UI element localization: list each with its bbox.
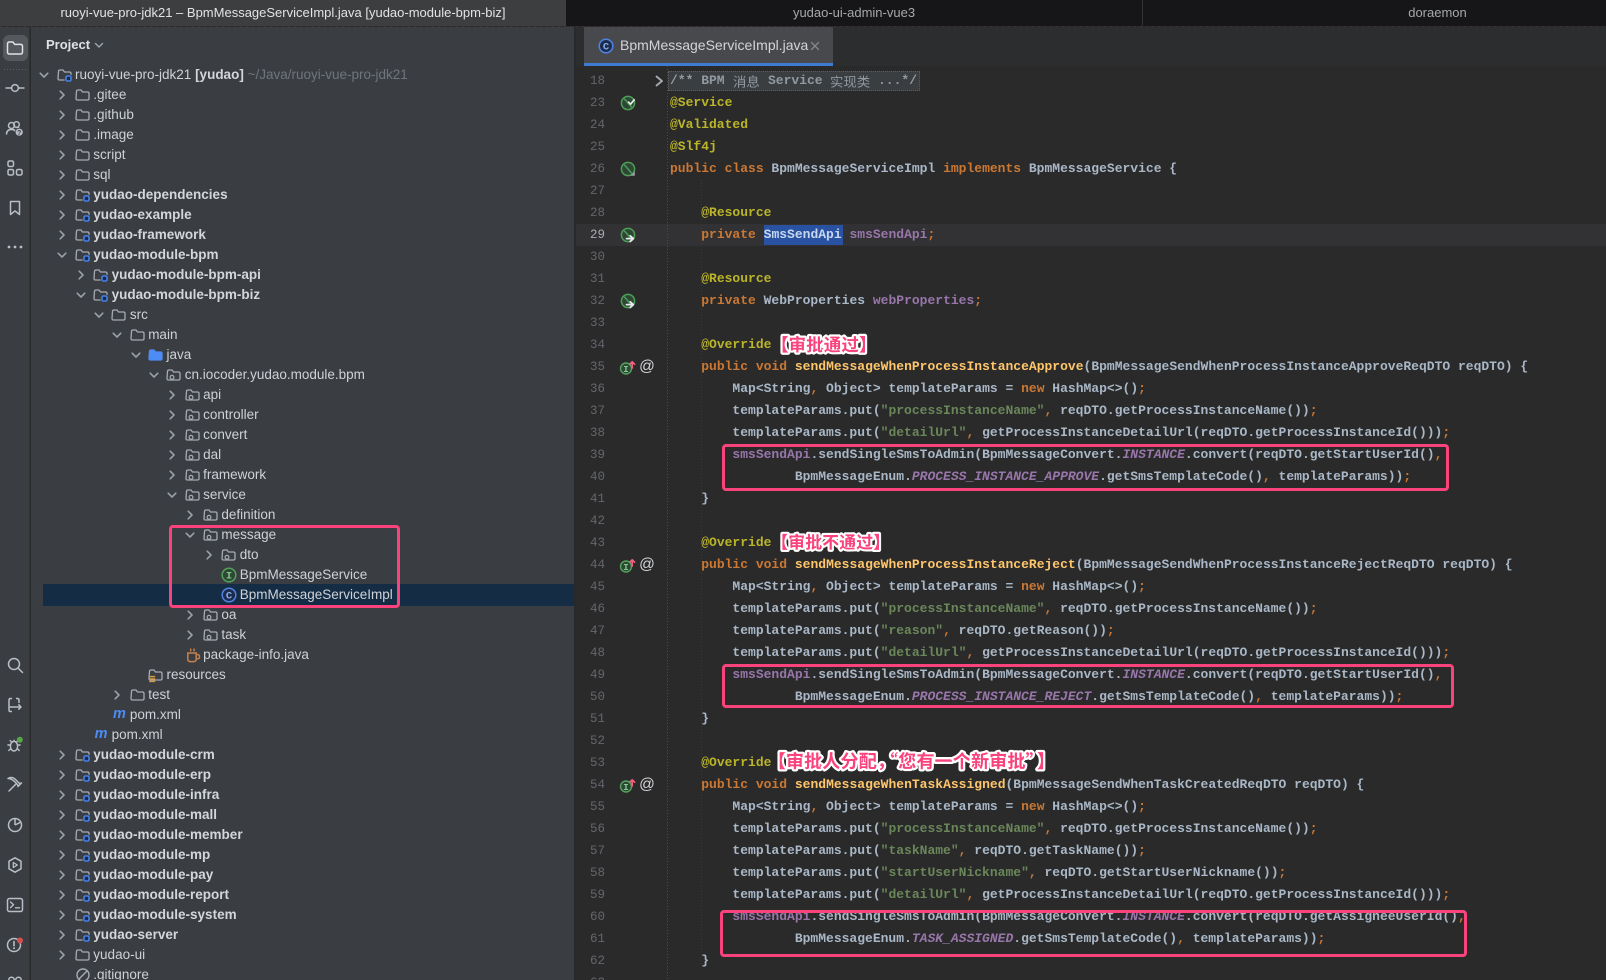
svg-text:I: I bbox=[623, 364, 628, 374]
svg-text:I: I bbox=[623, 562, 628, 572]
svg-text:I: I bbox=[623, 782, 628, 792]
svg-text:C: C bbox=[603, 42, 610, 54]
svg-text:?: ? bbox=[17, 130, 21, 137]
